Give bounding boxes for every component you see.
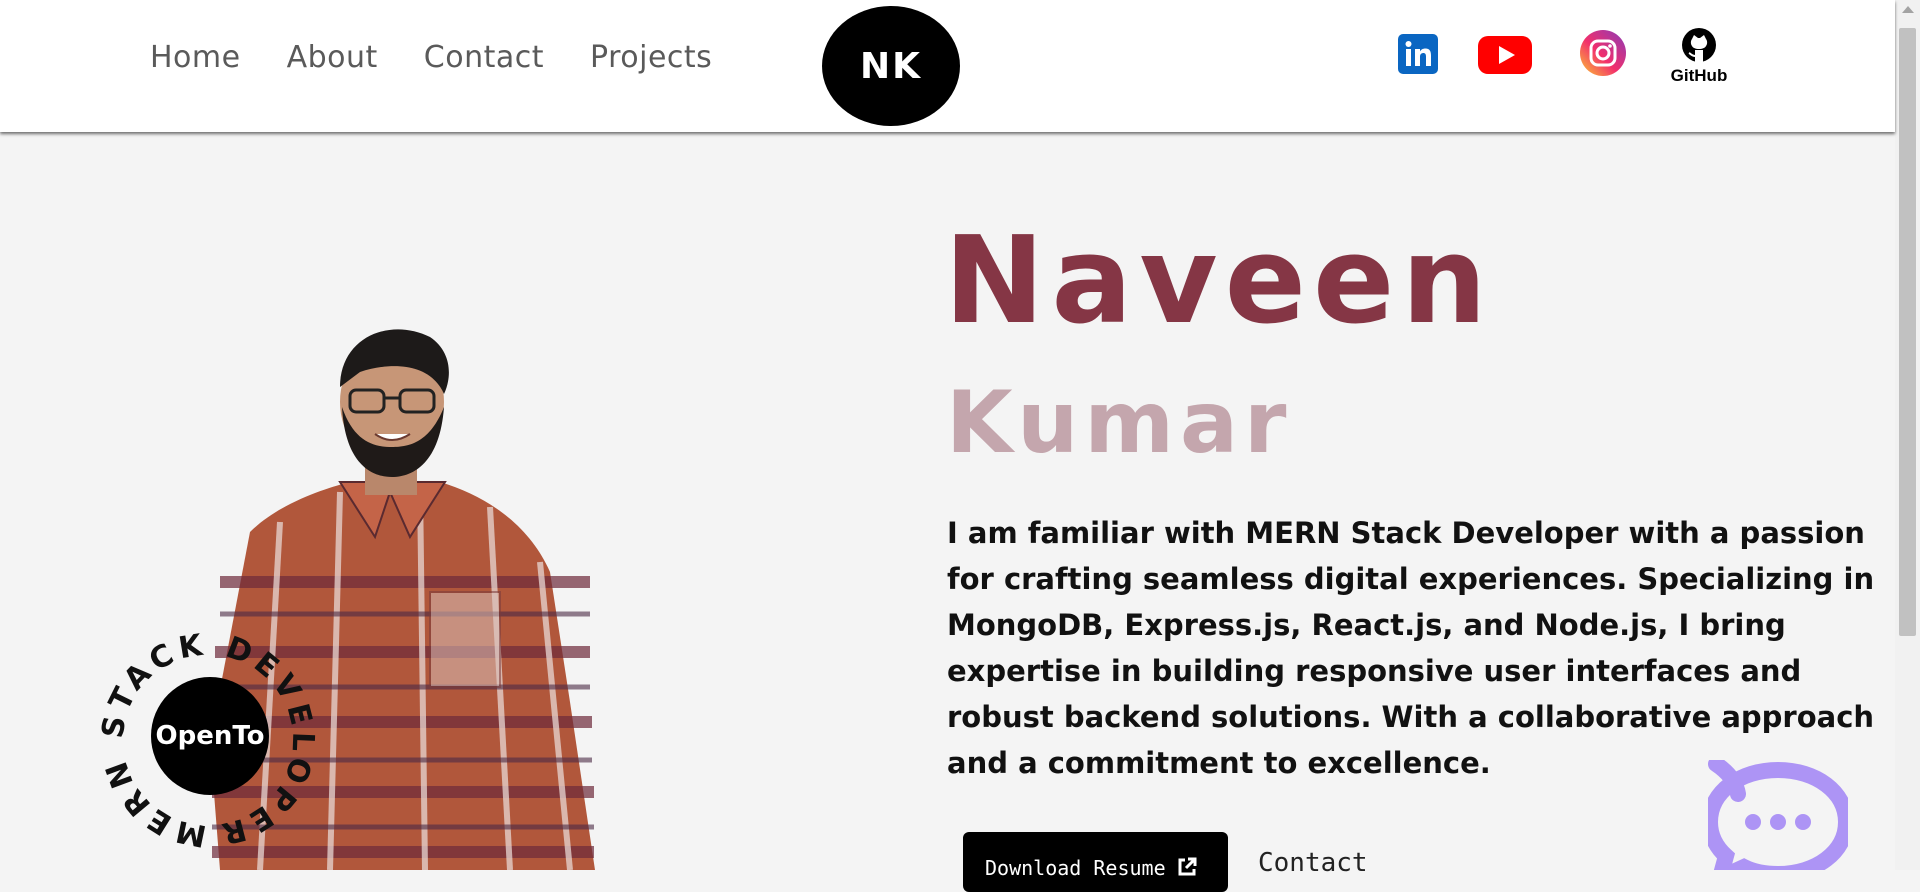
hero-bio: I am familiar with MERN Stack Developer …	[947, 516, 1875, 780]
download-resume-button[interactable]: Download Resume	[963, 832, 1228, 892]
open-to-badge: MERN STACK DEVELOPER OpenTo	[88, 620, 328, 860]
main-nav: Home About Contact Projects	[150, 40, 712, 75]
nav-home-link[interactable]: Home	[150, 40, 241, 75]
nav-projects-link[interactable]: Projects	[590, 40, 712, 75]
badge-center-text: OpenTo	[151, 677, 269, 795]
scroll-up-arrow-icon[interactable]	[1902, 6, 1914, 13]
github-icon[interactable]: GitHub	[1668, 28, 1730, 88]
nav-contact-link[interactable]: Contact	[424, 40, 544, 75]
chat-bubble-icon[interactable]	[1701, 756, 1855, 892]
external-link-icon	[1176, 856, 1198, 892]
instagram-icon[interactable]	[1580, 30, 1626, 80]
nav-about-link[interactable]: About	[287, 40, 378, 75]
site-header: Home About Contact Projects NK GitHub	[0, 0, 1895, 132]
hero-first-name: Naveen	[944, 212, 1494, 351]
linkedin-icon[interactable]	[1398, 34, 1438, 78]
logo[interactable]: NK	[822, 6, 960, 126]
download-resume-label: Download Resume	[985, 856, 1166, 880]
contact-button[interactable]: Contact	[1258, 848, 1368, 878]
scroll-thumb[interactable]	[1899, 28, 1916, 636]
hero-last-name: Kumar	[946, 373, 1293, 473]
youtube-icon[interactable]	[1478, 36, 1532, 78]
scrollbar[interactable]	[1895, 0, 1920, 870]
github-label: GitHub	[1671, 66, 1728, 84]
